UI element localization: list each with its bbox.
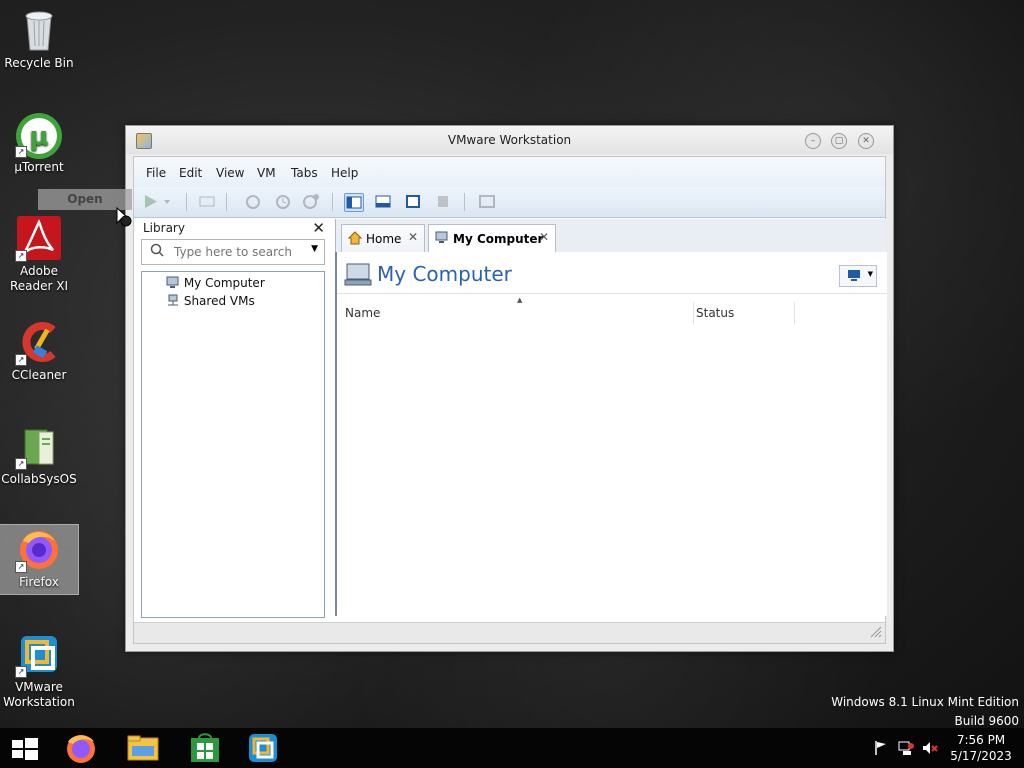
desktop-icon-label: Adobe Reader XI (9, 264, 69, 293)
desktop-icon-adobe-reader[interactable]: ↗ Adobe Reader XI (0, 208, 78, 304)
revert-snapshot-icon[interactable] (274, 193, 292, 210)
firefox-icon: ↗ (15, 527, 61, 573)
desktop-icon-firefox[interactable]: ↗ Firefox (0, 524, 79, 595)
vmware-icon[interactable] (246, 732, 280, 764)
windows-watermark: Windows 8.1 Linux Mint Edition Build 960… (831, 693, 1019, 731)
vmware-icon: ↗ (15, 632, 61, 678)
clock-time: 7:56 PM (956, 733, 1006, 747)
firefox-icon[interactable] (64, 732, 98, 764)
library-tree: My Computer Shared VMs (141, 271, 325, 618)
start-icon[interactable] (8, 732, 42, 764)
show-library-button[interactable] (344, 193, 364, 212)
volume-muted-icon[interactable] (922, 740, 938, 759)
tree-item-label: Shared VMs (183, 294, 255, 308)
menu-help[interactable]: Help (331, 166, 358, 180)
column-status[interactable]: Status (696, 306, 734, 320)
chevron-down-icon: ▼ (867, 270, 873, 278)
tab-close-icon[interactable]: ✕ (539, 230, 549, 244)
snapshot-icon[interactable] (244, 193, 262, 210)
store-icon[interactable] (188, 732, 222, 764)
menu-file[interactable]: File (146, 166, 166, 180)
file-explorer-icon[interactable] (126, 732, 160, 764)
window-titlebar[interactable]: VMware Workstation – ▢ ✕ (126, 126, 893, 154)
monitor-icon (847, 269, 863, 285)
desktop-icon-label: µTorrent (14, 160, 64, 174)
my-computer-view: My Computer ▼ ▲ Name Status (335, 252, 887, 616)
search-icon (150, 243, 164, 260)
power-on-button[interactable] (142, 193, 160, 210)
desktop-icon-label: Firefox (19, 575, 59, 589)
menu-bar: File Edit View VM Tabs Help (134, 157, 885, 187)
desktop-icon-utorrent[interactable]: µ ↗ µTorrent (0, 104, 78, 184)
collabsysos-icon: ↗ (15, 424, 61, 470)
snapshot-manager-icon[interactable] (302, 193, 320, 210)
utorrent-icon: µ ↗ (15, 112, 62, 159)
library-search[interactable]: ▼ (141, 239, 325, 265)
tree-item-shared-vms[interactable]: Shared VMs (166, 294, 255, 308)
taskbar: 7:56 PM 5/17/2023 (0, 728, 1024, 768)
watermark-edition: Windows 8.1 Linux Mint Edition (831, 695, 1019, 709)
adobe-reader-icon: ↗ (15, 216, 61, 262)
svg-text:µ: µ (29, 122, 48, 152)
tree-item-my-computer[interactable]: My Computer (166, 276, 265, 290)
desktop-icon-label: VMware Workstation (3, 680, 75, 709)
computer-icon (166, 276, 180, 290)
tab-close-icon[interactable]: ✕ (408, 230, 418, 244)
tab-bar: Home ✕ My Computer ✕ (335, 219, 886, 253)
table-header: Name Status (337, 302, 887, 324)
ccleaner-icon: ↗ (15, 320, 61, 366)
desktop-icon-recycle-bin[interactable]: Recycle Bin (0, 0, 78, 78)
clock[interactable]: 7:56 PM 5/17/2023 (950, 732, 1012, 764)
network-icon[interactable] (898, 740, 914, 759)
send-ctrl-alt-del-icon[interactable] (198, 193, 216, 210)
desktop-icon-label: CollabSysOS (1, 472, 77, 486)
menu-view[interactable]: View (216, 166, 244, 180)
toolbar (134, 187, 885, 218)
menu-vm[interactable]: VM (257, 166, 276, 180)
library-close-icon[interactable]: ✕ (312, 219, 325, 237)
power-dropdown-icon[interactable] (162, 193, 172, 210)
minimize-button[interactable]: – (805, 133, 821, 149)
tab-label: My Computer (453, 232, 544, 246)
maximize-button[interactable]: ▢ (831, 133, 847, 149)
desktop-icon-collabsysos[interactable]: ↗ CollabSysOS (0, 416, 78, 496)
close-button[interactable]: ✕ (858, 133, 874, 149)
computer-large-icon (343, 262, 373, 291)
desktop-icon-label: Recycle Bin (4, 56, 74, 70)
vmware-workstation-window: VMware Workstation – ▢ ✕ File Edit View … (125, 125, 894, 652)
menu-tabs[interactable]: Tabs (291, 166, 318, 180)
library-panel: Library ✕ ▼ My Computer Shared VMs (141, 219, 325, 618)
shared-vms-icon (166, 294, 180, 308)
home-icon (347, 231, 363, 248)
desktop-icon-vmware[interactable]: ↗ VMware Workstation (0, 624, 78, 714)
desktop-icon-label: CCleaner (11, 368, 67, 382)
window-body: File Edit View VM Tabs Help Library ✕ Ty… (133, 156, 887, 644)
menu-edit[interactable]: Edit (179, 166, 202, 180)
tab-label: Home (366, 232, 402, 246)
search-dropdown-icon[interactable]: ▼ (311, 244, 318, 254)
window-title: VMware Workstation (447, 133, 572, 147)
thumbnail-bar-button[interactable] (374, 193, 392, 210)
page-title: My Computer (377, 262, 512, 286)
cursor-icon (115, 206, 133, 232)
library-header: Library ✕ (141, 219, 325, 241)
clock-date: 5/17/2023 (950, 749, 1012, 763)
library-title: Library (143, 221, 185, 235)
flag-icon[interactable] (874, 740, 888, 759)
column-name[interactable]: Name (345, 306, 380, 320)
full-screen-button[interactable] (404, 193, 422, 210)
view-options-button[interactable]: ▼ (839, 265, 877, 287)
console-view-icon[interactable] (478, 193, 496, 210)
desktop-icon-ccleaner[interactable]: ↗ CCleaner (0, 312, 78, 392)
search-input[interactable] (172, 244, 306, 260)
status-bar (134, 622, 885, 643)
recycle-bin-icon (17, 8, 61, 52)
tab-my-computer[interactable]: My Computer ✕ (428, 224, 556, 253)
tree-item-label: My Computer (183, 276, 265, 290)
tab-home[interactable]: Home ✕ (341, 224, 425, 253)
resize-grip-icon[interactable] (870, 626, 882, 641)
computer-icon (435, 231, 449, 248)
unity-icon[interactable] (434, 193, 452, 210)
